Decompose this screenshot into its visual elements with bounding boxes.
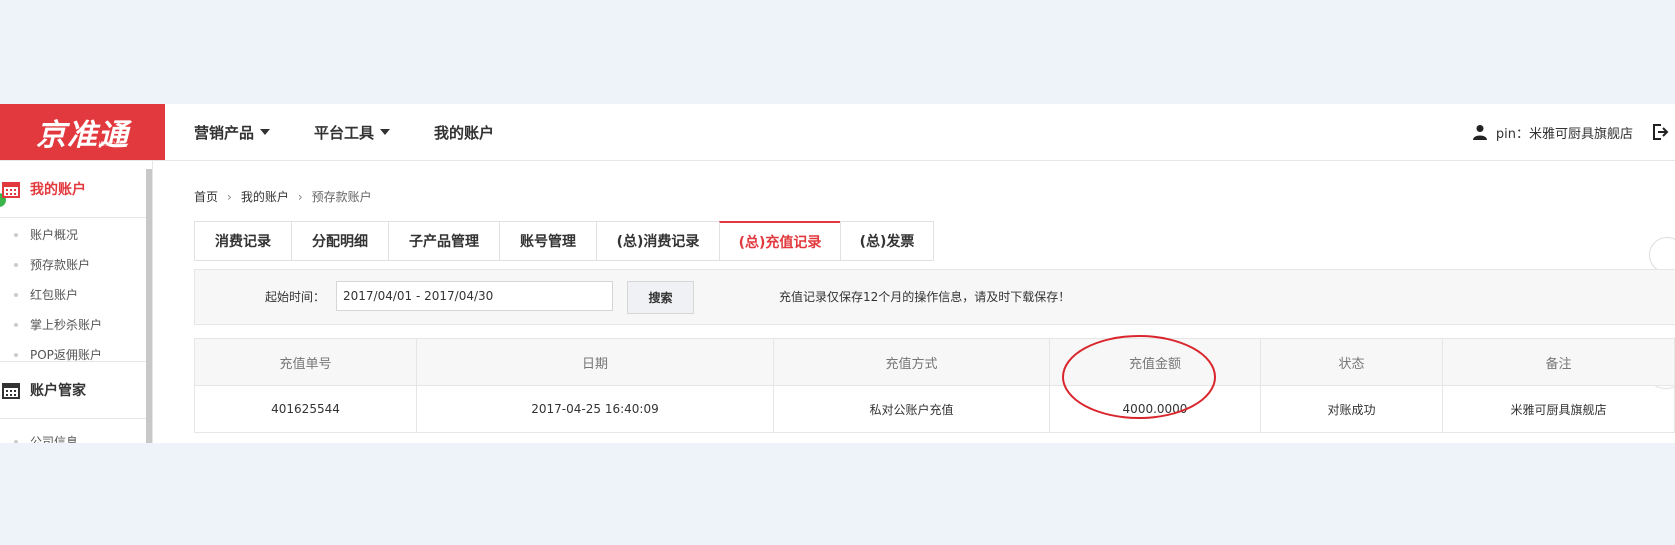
caret-down-icon — [260, 129, 271, 135]
cell-method: 私对公账户充值 — [773, 385, 1050, 433]
tab-bar: 消费记录 分配明细 子产品管理 账号管理 (总)消费记录 (总)充值记录 (总)… — [194, 221, 934, 261]
calendar-icon — [2, 383, 20, 399]
sidebar-item-flash-sale-account[interactable]: 掌上秒杀账户 — [14, 316, 102, 333]
tab-total-recharge-records[interactable]: (总)充值记录 — [719, 221, 840, 261]
sidebar-item-label: 掌上秒杀账户 — [30, 318, 103, 332]
bullet-icon — [14, 322, 18, 327]
sidebar-item-account-overview[interactable]: 账户概况 — [14, 226, 78, 243]
sidebar-item-prepaid-account[interactable]: 预存款账户 — [14, 256, 90, 273]
table-header-row: 充值单号 日期 充值方式 充值金额 状态 备注 — [194, 338, 1675, 386]
top-bar: 京准通 JD.COM 营销产品 平台工具 我的账户 pin：米雅可厨具旗舰店 — [0, 104, 1675, 161]
tab-consumption-records[interactable]: 消费记录 — [194, 221, 291, 261]
nav-label: 营销产品 — [194, 123, 255, 142]
tab-sub-product-management[interactable]: 子产品管理 — [388, 221, 499, 261]
sidebar-section-label: 我的账户 — [30, 182, 86, 198]
recharge-records-table: 充值单号 日期 充值方式 充值金额 状态 备注 401625544 2017-0… — [194, 338, 1675, 433]
sidebar-section-my-account[interactable]: 我的账户 — [0, 161, 146, 218]
sidebar-item-company-info[interactable]: 公司信息 — [14, 433, 78, 443]
sidebar-item-label: 账户概况 — [30, 228, 79, 242]
column-header: 状态 — [1260, 338, 1443, 386]
cell-status: 对账成功 — [1260, 385, 1443, 433]
nav-label: 我的账户 — [434, 123, 495, 142]
breadcrumb: 首页 › 我的账户 › 预存款账户 — [194, 188, 372, 205]
nav-my-account[interactable]: 我的账户 — [434, 122, 494, 143]
main-content: 首页 › 我的账户 › 预存款账户 消费记录 分配明细 子产品管理 账号管理 (… — [194, 161, 1675, 443]
sidebar-item-label: 预存款账户 — [30, 258, 91, 272]
column-header: 充值方式 — [773, 338, 1050, 386]
sidebar: 我的账户 账户概况 预存款账户 红包账户 掌上秒杀账户 POP返佣账户 账户管家… — [0, 161, 153, 443]
nav-label: 平台工具 — [314, 123, 375, 142]
breadcrumb-current: 预存款账户 — [311, 190, 372, 204]
calendar-icon — [2, 182, 20, 198]
sidebar-scrollbar[interactable] — [146, 169, 152, 443]
cell-amount: 4000.0000 — [1049, 385, 1261, 433]
cell-remark: 米雅可厨具旗舰店 — [1442, 385, 1675, 433]
sidebar-item-label: 公司信息 — [30, 435, 79, 443]
tab-allocation-details[interactable]: 分配明细 — [291, 221, 388, 261]
breadcrumb-my-account[interactable]: 我的账户 — [241, 188, 289, 205]
bullet-icon — [14, 352, 18, 357]
table-row: 401625544 2017-04-25 16:40:09 私对公账户充值 40… — [194, 385, 1675, 433]
start-time-label: 起始时间： — [265, 290, 326, 304]
search-button[interactable]: 搜索 — [627, 281, 694, 314]
bullet-icon — [14, 292, 18, 297]
user-icon — [1472, 125, 1487, 140]
logout-icon[interactable] — [1651, 123, 1669, 141]
cell-date: 2017-04-25 16:40:09 — [416, 385, 774, 433]
bullet-icon — [14, 232, 18, 237]
date-range-input[interactable]: 2017/04/01 - 2017/04/30 — [336, 281, 613, 311]
brand-logo[interactable]: 京准通 JD.COM — [0, 104, 165, 160]
breadcrumb-home[interactable]: 首页 — [194, 188, 218, 205]
main-nav: 营销产品 平台工具 我的账户 — [194, 104, 538, 160]
retention-notice: 充值记录仅保存12个月的操作信息，请及时下载保存！ — [779, 290, 1071, 304]
user-pin: pin：米雅可厨具旗舰店 — [1495, 126, 1633, 142]
column-header: 充值单号 — [194, 338, 417, 386]
column-header: 日期 — [416, 338, 774, 386]
filter-bar: 起始时间： 2017/04/01 - 2017/04/30 搜索 充值记录仅保存… — [194, 269, 1675, 325]
tab-total-invoices[interactable]: (总)发票 — [840, 221, 934, 261]
nav-marketing-products[interactable]: 营销产品 — [194, 122, 271, 143]
bullet-icon — [14, 262, 18, 267]
caret-down-icon — [380, 129, 391, 135]
chevron-right-icon: › — [227, 189, 232, 204]
sidebar-section-label: 账户管家 — [30, 383, 86, 399]
sidebar-item-red-packet-account[interactable]: 红包账户 — [14, 286, 78, 303]
column-header: 备注 — [1442, 338, 1675, 386]
user-area: pin：米雅可厨具旗舰店 — [1472, 104, 1675, 160]
sidebar-section-account-manager[interactable]: 账户管家 — [0, 361, 146, 419]
tab-account-management[interactable]: 账号管理 — [499, 221, 596, 261]
nav-platform-tools[interactable]: 平台工具 — [314, 122, 391, 143]
chevron-right-icon: › — [297, 189, 303, 204]
sidebar-item-label: 红包账户 — [30, 288, 79, 302]
tab-total-consumption-records[interactable]: (总)消费记录 — [596, 221, 719, 261]
bullet-icon — [14, 439, 18, 443]
logo-subtext: JD.COM — [98, 141, 121, 148]
app-window: 京准通 JD.COM 营销产品 平台工具 我的账户 pin：米雅可厨具旗舰店 我… — [0, 104, 1675, 443]
cell-recharge-id: 401625544 — [194, 385, 417, 433]
column-header: 充值金额 — [1049, 338, 1261, 386]
